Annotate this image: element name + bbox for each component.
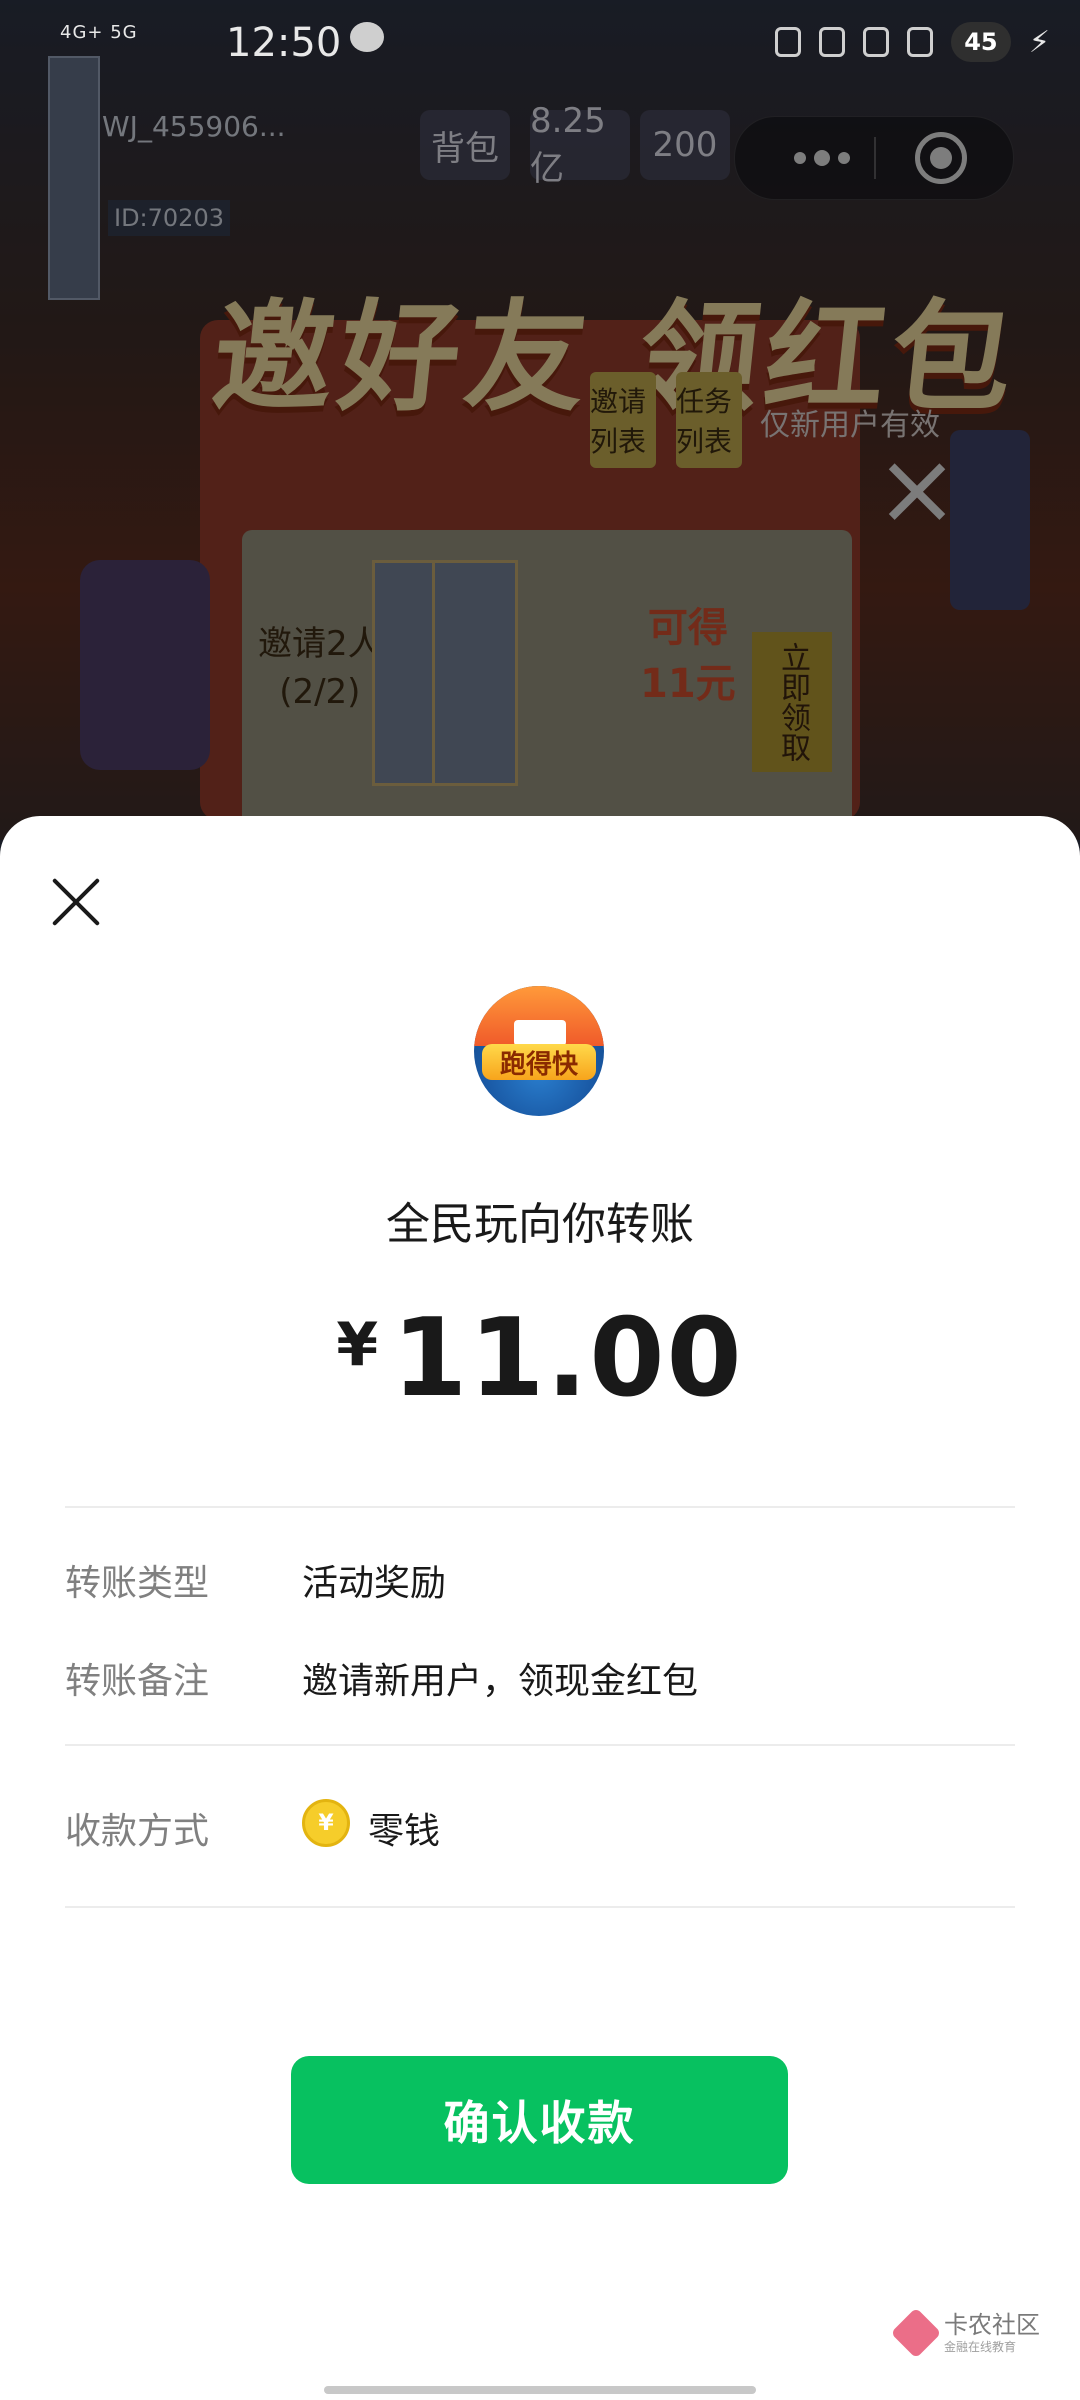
nfc-icon [774,27,801,57]
payment-method-label: 收款方式 [65,1811,210,1852]
watermark: 卡农社区 金融在线教育 [890,2307,1040,2359]
watermark-logo-icon [890,2307,942,2359]
battery-level: 45 [950,22,1011,62]
charging-icon: ⚡ [1028,24,1050,60]
transfer-type-value: 活动奖励 [302,1563,447,1604]
transfer-amount: ¥11.00 [0,1296,1080,1421]
bluetooth-icon [818,27,845,57]
amount-value: 11.00 [392,1296,744,1421]
transfer-note-label: 转账备注 [65,1661,210,1702]
divider [65,1744,1015,1746]
app-logo: 跑得快 [474,986,604,1116]
dim-overlay[interactable] [0,0,1080,840]
vibrate-icon [906,27,933,57]
home-indicator[interactable] [324,2386,756,2394]
transfer-note-value: 邀请新用户，领现金红包 [302,1661,699,1702]
confirm-receipt-button[interactable]: 确认收款 [291,2056,788,2184]
close-icon[interactable] [50,876,102,928]
signal-indicator: 4G+ 5G [60,22,138,43]
status-bar: 4G+ 5G 12:50 45 ⚡ [0,0,1080,80]
transfer-type-label: 转账类型 [65,1563,210,1604]
logo-text: 跑得快 [482,1044,596,1080]
watermark-text: 卡农社区 金融在线教育 [944,2312,1040,2355]
currency-symbol: ¥ [336,1310,379,1380]
watermark-sub: 金融在线教育 [944,2339,1017,2354]
watermark-name: 卡农社区 [944,2310,1040,2339]
chat-notification-icon [350,22,384,52]
playing-cards-icon [514,1020,566,1046]
divider [65,1906,1015,1908]
payment-method-value: 零钱 [368,1811,441,1852]
clock: 12:50 [226,20,342,66]
alarm-icon [862,27,889,57]
transfer-title: 全民玩向你转账 [386,1199,694,1250]
coin-icon: ¥ [302,1799,350,1847]
screen: WJ_455906... ID:70203 背包 8.25亿 200 邀好友 领… [0,0,1080,2400]
divider [65,1506,1015,1508]
status-icons: 45 ⚡ [774,22,1050,62]
transfer-sheet: 跑得快 全民玩向你转账 ¥11.00 转账类型 活动奖励 转账备注 邀请新用户，… [0,816,1080,2400]
